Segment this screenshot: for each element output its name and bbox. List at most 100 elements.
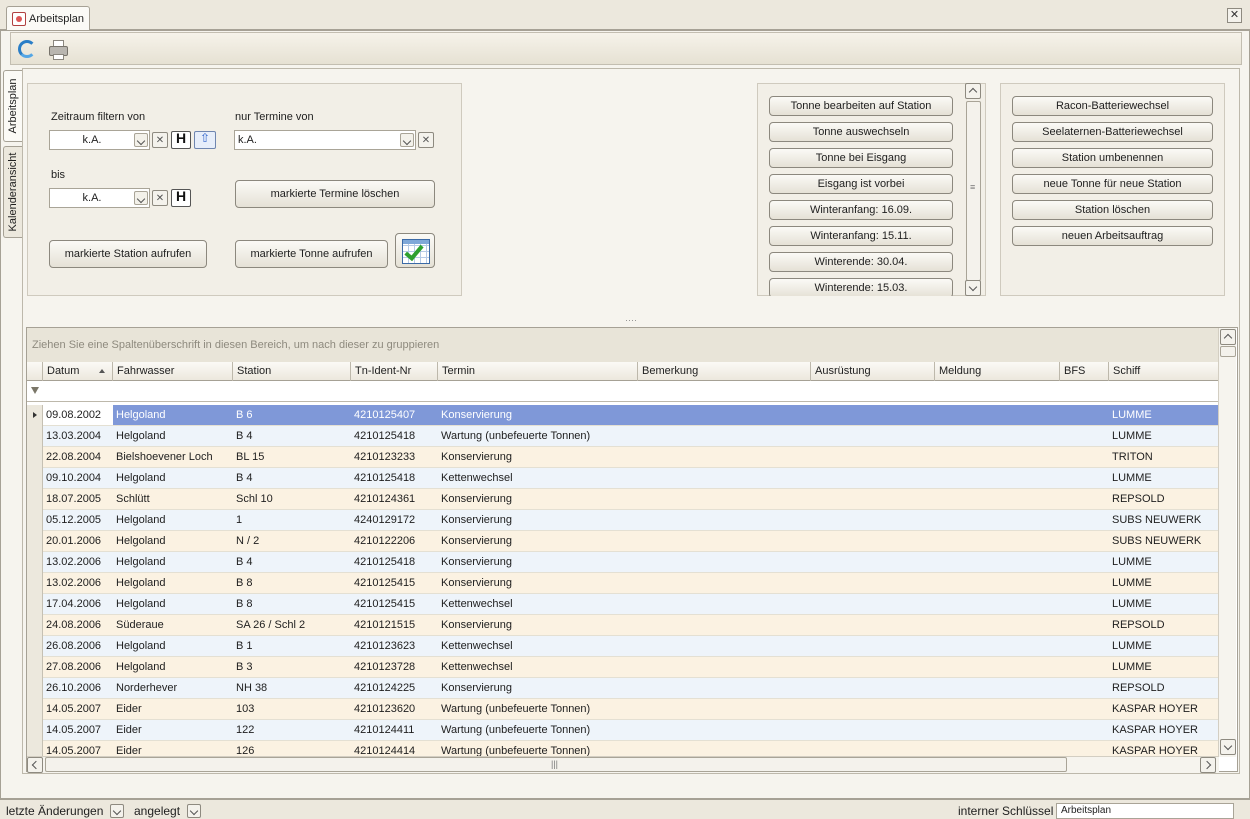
cell-station[interactable]: B 3 xyxy=(233,657,351,677)
chevron-down-icon[interactable] xyxy=(134,133,148,147)
filter-row[interactable] xyxy=(27,381,1219,402)
column-header-termin[interactable]: Termin xyxy=(438,362,638,381)
column-header-station[interactable]: Station xyxy=(233,362,351,381)
tonne-action-button[interactable]: Winteranfang: 15.11. xyxy=(769,226,953,246)
cell-tn-ident-nr[interactable]: 4210123623 xyxy=(351,636,438,656)
table-row[interactable]: 27.08.2006 Helgoland B 3 4210123728 Kettenwe… xyxy=(27,657,1219,678)
call-station-button[interactable]: markierte Station aufrufen xyxy=(49,240,207,268)
cell-station[interactable]: Schl 10 xyxy=(233,489,351,509)
cell-fahrwasser[interactable]: Helgoland xyxy=(113,636,233,656)
station-action-button[interactable]: neuen Arbeitsauftrag xyxy=(1012,226,1213,246)
cell-fahrwasser[interactable]: Helgoland xyxy=(113,573,233,593)
cell-meldung[interactable] xyxy=(935,594,1060,614)
heute-bis-button[interactable]: H xyxy=(171,189,191,207)
cell-datum[interactable]: 13.02.2006 xyxy=(43,573,113,593)
scroll-thumb[interactable]: ≡ xyxy=(966,101,981,281)
cell-datum[interactable]: 09.10.2004 xyxy=(43,468,113,488)
scroll-down-button[interactable] xyxy=(965,280,981,296)
cell-datum[interactable]: 22.08.2004 xyxy=(43,447,113,467)
cell-fahrwasser[interactable]: Schlütt xyxy=(113,489,233,509)
tonne-action-button[interactable]: Winterende: 30.04. xyxy=(769,252,953,272)
cell-datum[interactable]: 13.02.2006 xyxy=(43,552,113,572)
cell-termin[interactable]: Konservierung xyxy=(438,552,638,572)
cell-bemerkung[interactable] xyxy=(638,552,811,572)
cell-ausr-stung[interactable] xyxy=(811,657,935,677)
scroll-thumb[interactable]: ||| xyxy=(45,757,1067,772)
column-header-ausr-stung[interactable]: Ausrüstung xyxy=(811,362,935,381)
station-action-button[interactable]: Racon-Batteriewechsel xyxy=(1012,96,1213,116)
cell-bfs[interactable] xyxy=(1060,678,1109,698)
cell-datum[interactable]: 18.07.2005 xyxy=(43,489,113,509)
cell-schiff[interactable]: KASPAR HOYER xyxy=(1109,720,1219,740)
row-indicator[interactable] xyxy=(27,741,43,757)
row-indicator[interactable] xyxy=(27,468,43,489)
tonne-action-button[interactable]: Tonne bei Eisgang xyxy=(769,148,953,168)
cell-datum[interactable]: 13.03.2004 xyxy=(43,426,113,446)
scroll-up-button[interactable] xyxy=(1220,329,1236,345)
cell-tn-ident-nr[interactable]: 4210123620 xyxy=(351,699,438,719)
table-row[interactable]: 14.05.2007 Eider 103 4210123620 Wartung (unb… xyxy=(27,699,1219,720)
cell-datum[interactable]: 27.08.2006 xyxy=(43,657,113,677)
clear-bis-button[interactable] xyxy=(152,190,168,206)
cell-tn-ident-nr[interactable]: 4210124414 xyxy=(351,741,438,757)
cell-meldung[interactable] xyxy=(935,615,1060,635)
table-row[interactable]: 20.01.2006 Helgoland N / 2 4210122206 Konser… xyxy=(27,531,1219,552)
cell-bemerkung[interactable] xyxy=(638,636,811,656)
cell-schiff[interactable]: SUBS NEUWERK xyxy=(1109,510,1219,530)
tonne-action-button[interactable]: Tonne auswechseln xyxy=(769,122,953,142)
tonne-action-button[interactable]: Tonne bearbeiten auf Station xyxy=(769,96,953,116)
print-button[interactable] xyxy=(45,37,71,61)
cell-datum[interactable]: 14.05.2007 xyxy=(43,720,113,740)
cell-tn-ident-nr[interactable]: 4210123233 xyxy=(351,447,438,467)
row-indicator[interactable] xyxy=(27,594,43,615)
cell-fahrwasser[interactable]: Helgoland xyxy=(113,468,233,488)
cell-bemerkung[interactable] xyxy=(638,741,811,757)
close-button[interactable]: ✕ xyxy=(1227,8,1242,23)
side-tab-arbeitsplan[interactable]: Arbeitsplan xyxy=(3,70,22,142)
chevron-down-icon[interactable] xyxy=(400,133,414,147)
table-row[interactable]: 14.05.2007 Eider 126 4210124414 Wartung (unb… xyxy=(27,741,1219,757)
cell-ausr-stung[interactable] xyxy=(811,552,935,572)
scroll-right-button[interactable] xyxy=(1200,757,1216,773)
row-indicator[interactable] xyxy=(27,510,43,531)
cell-datum[interactable]: 14.05.2007 xyxy=(43,699,113,719)
cell-termin[interactable]: Konservierung xyxy=(438,447,638,467)
last-changes-dropdown[interactable] xyxy=(110,804,124,818)
cell-termin[interactable]: Konservierung xyxy=(438,573,638,593)
cell-ausr-stung[interactable] xyxy=(811,741,935,757)
cell-bfs[interactable] xyxy=(1060,699,1109,719)
cell-ausr-stung[interactable] xyxy=(811,615,935,635)
cell-bemerkung[interactable] xyxy=(638,720,811,740)
cell-tn-ident-nr[interactable]: 4210125418 xyxy=(351,468,438,488)
cell-bemerkung[interactable] xyxy=(638,510,811,530)
cell-meldung[interactable] xyxy=(935,699,1060,719)
cell-schiff[interactable]: SUBS NEUWERK xyxy=(1109,531,1219,551)
internal-key-field[interactable]: Arbeitsplan xyxy=(1056,803,1234,819)
arrow-up-help-icon[interactable] xyxy=(194,131,216,149)
table-row[interactable]: 18.07.2005 Schlütt Schl 10 4210124361 Konser… xyxy=(27,489,1219,510)
cell-fahrwasser[interactable]: Süderaue xyxy=(113,615,233,635)
cell-tn-ident-nr[interactable]: 4210123728 xyxy=(351,657,438,677)
chevron-down-icon[interactable] xyxy=(134,191,148,205)
cell-termin[interactable]: Konservierung xyxy=(438,489,638,509)
cell-fahrwasser[interactable]: Eider xyxy=(113,720,233,740)
cell-datum[interactable]: 14.05.2007 xyxy=(43,741,113,757)
cell-schiff[interactable]: LUMME xyxy=(1109,594,1219,614)
calendar-button[interactable] xyxy=(395,233,435,268)
cell-ausr-stung[interactable] xyxy=(811,426,935,446)
table-row[interactable]: 13.02.2006 Helgoland B 8 4210125415 Konservi… xyxy=(27,573,1219,594)
cell-datum[interactable]: 26.08.2006 xyxy=(43,636,113,656)
cell-ausr-stung[interactable] xyxy=(811,594,935,614)
grid-horizontal-scrollbar[interactable]: ||| xyxy=(27,756,1219,773)
scroll-up-button[interactable] xyxy=(965,83,981,99)
cell-meldung[interactable] xyxy=(935,489,1060,509)
scroll-left-button[interactable] xyxy=(27,757,43,773)
cell-tn-ident-nr[interactable]: 4210124225 xyxy=(351,678,438,698)
cell-meldung[interactable] xyxy=(935,573,1060,593)
created-dropdown[interactable] xyxy=(187,804,201,818)
tonne-action-button[interactable]: Winterende: 15.03. xyxy=(769,278,953,298)
cell-tn-ident-nr[interactable]: 4210125415 xyxy=(351,594,438,614)
cell-ausr-stung[interactable] xyxy=(811,510,935,530)
row-indicator[interactable] xyxy=(27,405,43,426)
cell-schiff[interactable]: LUMME xyxy=(1109,468,1219,488)
